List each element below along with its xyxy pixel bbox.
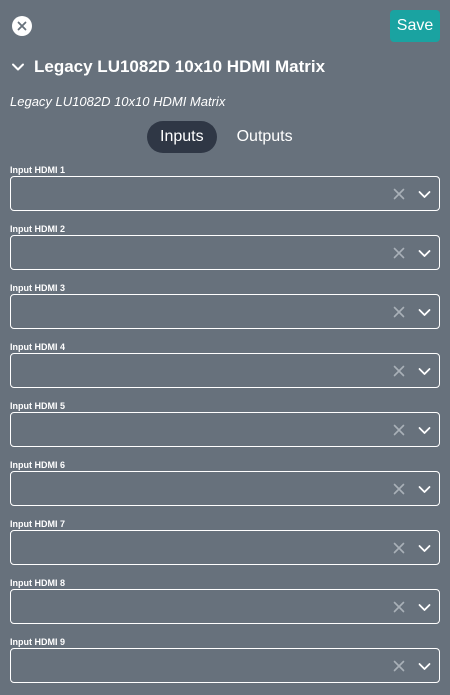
field-label: Input HDMI 4 xyxy=(10,342,65,352)
input-select-hdmi-8[interactable] xyxy=(10,589,440,624)
clear-icon[interactable] xyxy=(393,660,405,672)
input-field-row: Input HDMI 7 xyxy=(10,518,440,577)
input-field-row: Input HDMI 4 xyxy=(10,341,440,400)
input-field-row: Input HDMI 2 xyxy=(10,223,440,282)
chevron-down-icon[interactable] xyxy=(418,188,431,201)
field-label: Input HDMI 5 xyxy=(10,401,65,411)
field-label: Input HDMI 3 xyxy=(10,283,65,293)
save-button[interactable]: Save xyxy=(390,10,440,42)
close-icon xyxy=(17,21,27,31)
clear-icon[interactable] xyxy=(393,542,405,554)
clear-icon[interactable] xyxy=(393,306,405,318)
input-select-hdmi-9[interactable] xyxy=(10,648,440,683)
field-label: Input HDMI 7 xyxy=(10,519,65,529)
input-select-hdmi-4[interactable] xyxy=(10,353,440,388)
device-title: Legacy LU1082D 10x10 HDMI Matrix xyxy=(34,57,326,76)
input-select-hdmi-6[interactable] xyxy=(10,471,440,506)
input-field-row: Input HDMI 6 xyxy=(10,459,440,518)
clear-icon[interactable] xyxy=(393,365,405,377)
input-select-hdmi-5[interactable] xyxy=(10,412,440,447)
clear-icon[interactable] xyxy=(393,483,405,495)
field-label: Input HDMI 8 xyxy=(10,578,65,588)
chevron-down-icon[interactable] xyxy=(418,601,431,614)
field-label: Input HDMI 6 xyxy=(10,460,65,470)
input-select-hdmi-3[interactable] xyxy=(10,294,440,329)
tab-outputs[interactable]: Outputs xyxy=(224,121,306,153)
chevron-down-icon[interactable] xyxy=(418,424,431,437)
input-select-hdmi-7[interactable] xyxy=(10,530,440,565)
tab-bar: Inputs Outputs xyxy=(147,121,306,153)
input-field-row: Input HDMI 3 xyxy=(10,282,440,341)
input-fields-list: Input HDMI 1 Input HDMI 2 Input HDMI 3 I… xyxy=(10,164,440,695)
chevron-down-icon[interactable] xyxy=(418,542,431,555)
device-header: Legacy LU1082D 10x10 HDMI Matrix xyxy=(10,56,325,78)
input-field-row: Input HDMI 9 xyxy=(10,636,440,695)
clear-icon[interactable] xyxy=(393,188,405,200)
field-label: Input HDMI 1 xyxy=(10,165,65,175)
chevron-down-icon[interactable] xyxy=(418,306,431,319)
chevron-down-icon[interactable] xyxy=(418,365,431,378)
chevron-down-icon[interactable] xyxy=(418,247,431,260)
input-field-row: Input HDMI 8 xyxy=(10,577,440,636)
close-button[interactable] xyxy=(12,16,32,36)
chevron-down-icon[interactable] xyxy=(10,59,26,75)
device-subtitle: Legacy LU1082D 10x10 HDMI Matrix xyxy=(10,94,226,109)
field-label: Input HDMI 9 xyxy=(10,637,65,647)
input-field-row: Input HDMI 1 xyxy=(10,164,440,223)
chevron-down-icon[interactable] xyxy=(418,483,431,496)
input-select-hdmi-2[interactable] xyxy=(10,235,440,270)
clear-icon[interactable] xyxy=(393,247,405,259)
field-label: Input HDMI 2 xyxy=(10,224,65,234)
chevron-down-icon[interactable] xyxy=(418,660,431,673)
input-field-row: Input HDMI 5 xyxy=(10,400,440,459)
clear-icon[interactable] xyxy=(393,424,405,436)
input-select-hdmi-1[interactable] xyxy=(10,176,440,211)
tab-inputs[interactable]: Inputs xyxy=(147,121,217,153)
clear-icon[interactable] xyxy=(393,601,405,613)
